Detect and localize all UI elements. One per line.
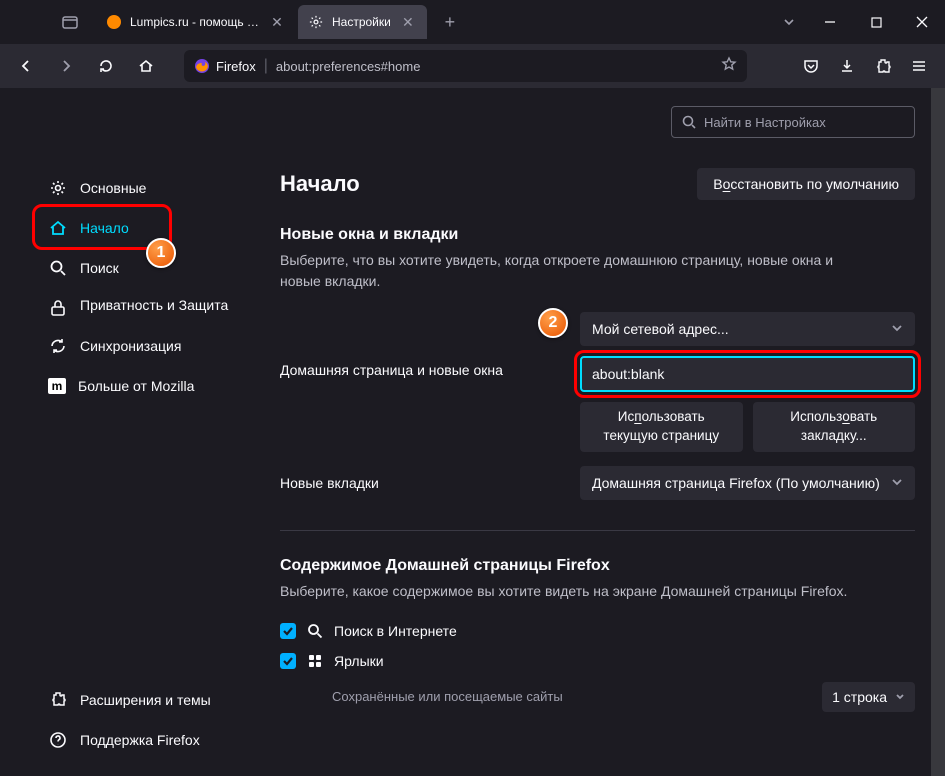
sidebar-item-privacy[interactable]: Приватность и Защита [40,288,244,326]
annotation-badge-2: 2 [538,308,568,338]
sidebar-item-search[interactable]: Поиск [40,248,244,288]
shortcuts-rows-select[interactable]: 1 строка [822,682,915,712]
lumpics-favicon [106,14,122,30]
close-button[interactable] [899,0,945,44]
checkbox-web-search[interactable]: Поиск в Интернете [280,622,915,640]
sidebar-label: Больше от Mozilla [78,378,194,394]
firefox-icon [194,58,210,74]
titlebar-right [771,0,945,44]
use-current-page-button[interactable]: Использоватьтекущую страницу [580,402,743,452]
search-icon [306,622,324,640]
row-label-newtabs: Новые вкладки [280,475,580,491]
use-bookmark-button[interactable]: Использоватьзакладку... [753,402,916,452]
sidebar-label: Поддержка Firefox [80,732,200,748]
separator [280,530,915,531]
maximize-button[interactable] [853,0,899,44]
mozilla-icon: m [48,378,66,394]
sidebar-label: Основные [80,180,146,196]
grid-icon [306,652,324,670]
checkbox-label: Ярлыки [334,653,384,669]
chevron-down-icon [891,321,903,337]
sidebar-item-more[interactable]: m Больше от Mozilla [40,366,244,406]
help-icon [48,730,68,750]
preferences-content: Найти в Настройках Основные Начало 1 Пои… [0,88,945,776]
tab-strip: Lumpics.ru - помощь с компьютером ✕ Наст… [0,0,771,44]
url-identity: Firefox [194,58,256,74]
sidebar-label: Начало [80,220,129,236]
row-label-homepage: Домашняя страница и новые окна [280,312,580,378]
checkbox-label: Поиск в Интернете [334,623,457,639]
sidebar-item-extensions[interactable]: Расширения и темы [40,680,244,720]
preferences-main: Начало Восстановить по умолчанию Новые о… [260,88,945,776]
shortcuts-description: Сохранённые или посещаемые сайты [332,689,563,704]
search-icon [48,258,68,278]
preferences-search[interactable]: Найти в Настройках [671,106,915,138]
puzzle-icon [48,690,68,710]
sidebar-label: Синхронизация [80,338,181,354]
sidebar-label: Расширения и темы [80,692,211,708]
newtab-select[interactable]: Домашняя страница Firefox (По умолчанию) [580,466,915,500]
sidebar-item-support[interactable]: Поддержка Firefox [40,720,244,760]
back-button[interactable] [10,50,42,82]
select-value: 1 строка [832,689,887,705]
toolbar: Firefox | about:preferences#home [0,44,945,88]
chevron-down-icon [891,475,903,491]
workspace-icon[interactable] [60,12,80,32]
gear-icon [308,14,324,30]
sidebar-item-sync[interactable]: Синхронизация [40,326,244,366]
close-icon[interactable]: ✕ [268,13,286,31]
section-description: Выберите, какое содержимое вы хотите вид… [280,581,860,602]
tab-label: Настройки [332,15,391,29]
page-title: Начало [280,171,360,197]
search-icon [682,115,696,129]
bookmark-star-icon[interactable] [721,56,737,77]
sidebar-item-home[interactable]: Начало [40,208,244,248]
identity-label: Firefox [216,59,256,74]
downloads-icon[interactable] [831,50,863,82]
reload-button[interactable] [90,50,122,82]
gear-icon [48,178,68,198]
chevron-down-icon [895,689,905,705]
homepage-select[interactable]: Мой сетевой адрес... [580,312,915,346]
sidebar-item-general[interactable]: Основные [40,168,244,208]
sidebar-label: Приватность и Защита [80,296,228,314]
new-tab-button[interactable]: + [435,7,465,37]
home-icon [48,218,68,238]
home-button[interactable] [130,50,162,82]
tab-lumpics[interactable]: Lumpics.ru - помощь с компьютером ✕ [96,5,296,39]
checkbox-checked-icon [280,623,296,639]
sidebar-label: Поиск [80,260,119,276]
menu-icon[interactable] [903,50,935,82]
pocket-icon[interactable] [795,50,827,82]
section-title: Новые окна и вкладки [280,226,915,244]
search-placeholder: Найти в Настройках [704,115,826,130]
tab-dropdown[interactable] [771,16,807,28]
select-value: Домашняя страница Firefox (По умолчанию) [592,475,880,491]
annotation-badge-1: 1 [146,238,176,268]
tab-label: Lumpics.ru - помощь с компьютером [130,15,260,29]
homepage-url-input[interactable] [580,356,915,392]
sync-icon [48,336,68,356]
restore-defaults-button[interactable]: Восстановить по умолчанию [697,168,915,200]
select-value: Мой сетевой адрес... [592,321,729,337]
url-bar[interactable]: Firefox | about:preferences#home [184,50,747,82]
section-title: Содержимое Домашней страницы Firefox [280,557,915,575]
section-description: Выберите, что вы хотите увидеть, когда о… [280,250,860,292]
preferences-sidebar: Основные Начало 1 Поиск Приватность и За… [0,88,260,776]
checkbox-checked-icon [280,653,296,669]
url-text: about:preferences#home [276,59,713,74]
lock-icon [48,298,68,318]
extensions-icon[interactable] [867,50,899,82]
checkbox-shortcuts[interactable]: Ярлыки [280,652,915,670]
titlebar: Lumpics.ru - помощь с компьютером ✕ Наст… [0,0,945,44]
forward-button[interactable] [50,50,82,82]
close-icon[interactable]: ✕ [399,13,417,31]
minimize-button[interactable] [807,0,853,44]
tab-settings[interactable]: Настройки ✕ [298,5,427,39]
window-controls [807,0,945,44]
